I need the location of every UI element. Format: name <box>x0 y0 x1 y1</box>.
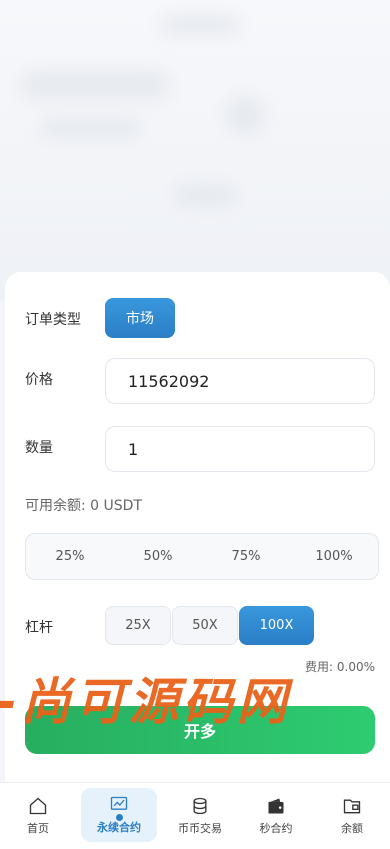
tab-spot-label: 币币交易 <box>178 822 222 835</box>
order-type-label: 订单类型 <box>25 312 81 328</box>
percent-75-button[interactable]: 75% <box>202 534 290 579</box>
watermark-text: -尚可源码网 <box>0 662 291 734</box>
percent-selector: 25% 50% 75% 100% <box>25 533 379 580</box>
quantity-input[interactable] <box>105 426 375 472</box>
fee-text: 费用: 0.00% <box>305 660 375 674</box>
tab-perpetual[interactable]: 永续合约 <box>81 788 157 842</box>
tab-second-contract[interactable]: 秒合约 <box>238 783 314 849</box>
tab-second-contract-label: 秒合约 <box>259 822 293 835</box>
leverage-label: 杠杆 <box>25 620 53 636</box>
leverage-25x-button[interactable]: 25X <box>105 606 171 645</box>
market-order-button[interactable]: 市场 <box>105 298 175 338</box>
home-icon <box>29 797 47 815</box>
tab-home[interactable]: 首页 <box>0 783 76 849</box>
leverage-100x-button[interactable]: 100X <box>239 606 314 645</box>
coins-icon <box>193 797 207 815</box>
price-input[interactable] <box>105 358 375 404</box>
tab-balance-label: 余额 <box>341 822 363 835</box>
active-dot <box>115 814 123 821</box>
price-label: 价格 <box>25 372 53 388</box>
tab-balance[interactable]: 余额 <box>314 783 390 849</box>
blurred-background <box>0 0 390 300</box>
folder-icon <box>343 799 361 814</box>
chart-icon <box>110 796 128 810</box>
watermark-dash: - <box>0 673 21 731</box>
wallet-icon <box>268 798 284 814</box>
percent-100-button[interactable]: 100% <box>290 534 378 579</box>
tab-home-label: 首页 <box>27 822 49 835</box>
percent-25-button[interactable]: 25% <box>26 534 114 579</box>
percent-50-button[interactable]: 50% <box>114 534 202 579</box>
tab-perpetual-label: 永续合约 <box>97 821 141 834</box>
leverage-50x-button[interactable]: 50X <box>172 606 238 645</box>
quantity-label: 数量 <box>25 440 53 456</box>
tab-spot[interactable]: 币币交易 <box>162 783 238 849</box>
bottom-tabbar: 首页 永续合约 币币交易 秒合约 余额 <box>0 782 390 849</box>
available-balance: 可用余额: 0 USDT <box>25 498 142 514</box>
